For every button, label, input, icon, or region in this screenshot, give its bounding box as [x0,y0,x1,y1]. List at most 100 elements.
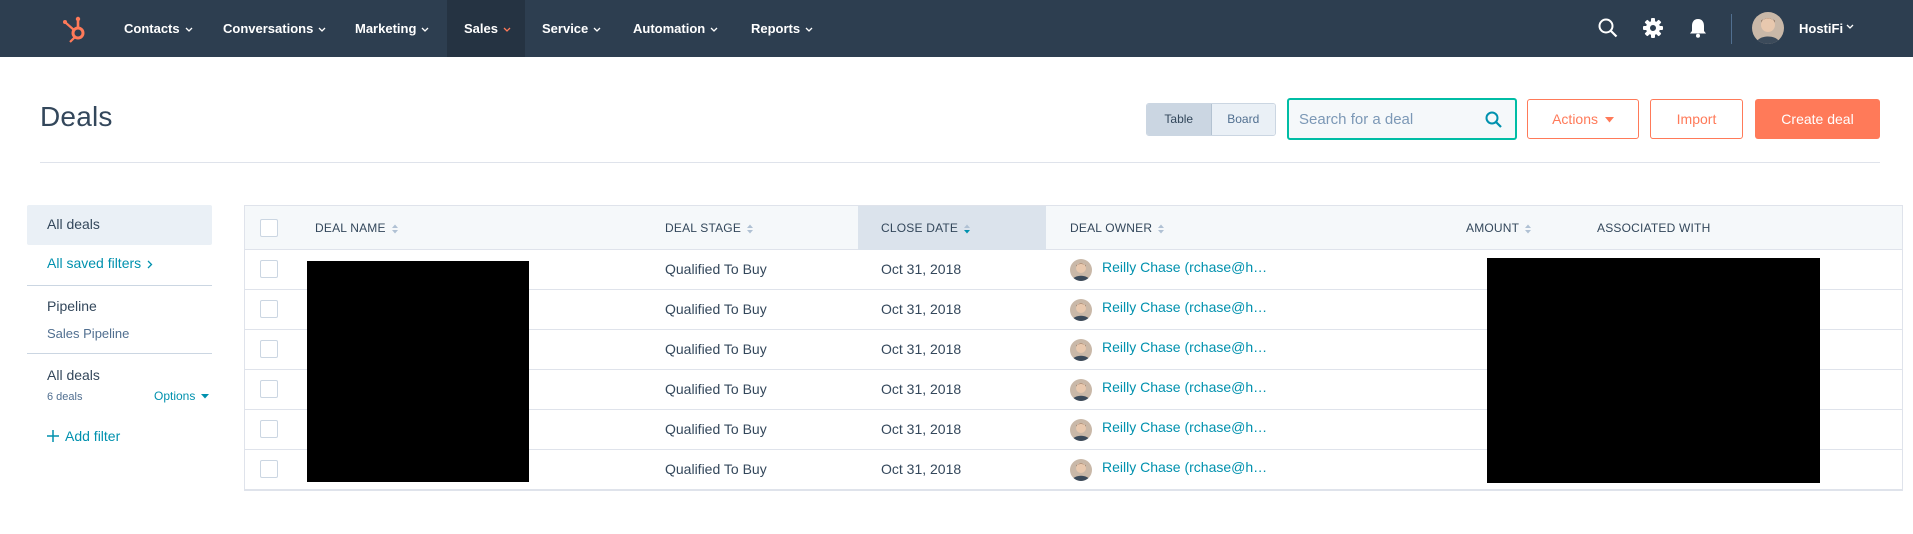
row-checkbox[interactable] [260,420,278,438]
nav-item-label: Reports [751,21,801,36]
pipeline-heading: Pipeline [47,298,97,314]
redacted-deal-names [307,261,529,482]
row-checkbox[interactable] [260,460,278,478]
chevron-down-icon[interactable] [1846,24,1854,30]
deal-stage-cell: Qualified To Buy [665,261,767,277]
chevron-down-icon [503,27,511,32]
search-icon[interactable] [1484,110,1504,130]
nav-item-sales[interactable]: Sales [447,0,525,57]
deal-owner-link[interactable]: Reilly Chase (rchase@h… [1102,288,1267,327]
column-header-label: DEAL OWNER [1070,221,1153,235]
plus-icon [47,430,59,442]
nav-item-label: Sales [464,21,498,36]
nav-item-conversations[interactable]: Conversations [223,0,326,57]
hubspot-sprocket-icon[interactable] [60,14,90,44]
owner-avatar [1070,339,1092,361]
actions-button[interactable]: Actions [1527,99,1639,139]
add-filter-label: Add filter [65,428,121,444]
account-name[interactable]: HostiFi [1799,0,1843,57]
deals-table: DEAL NAME DEAL STAGE CLOSE DATE DEAL OWN… [244,205,1903,491]
view-toggle: Table Board [1146,103,1276,136]
all-saved-filters-label: All saved filters [47,255,142,271]
user-avatar[interactable] [1752,12,1784,44]
sidebar-item-all-deals[interactable]: All deals [27,205,212,245]
view-options-button[interactable]: Options [154,389,209,403]
close-date-cell: Oct 31, 2018 [881,301,962,317]
deal-owner-link[interactable]: Reilly Chase (rchase@h… [1102,248,1267,287]
nav-item-label: Service [542,21,589,36]
close-date-cell: Oct 31, 2018 [881,461,962,477]
row-checkbox[interactable] [260,260,278,278]
chevron-right-icon [147,260,153,269]
deal-search-input[interactable] [1299,108,1479,130]
chevron-down-icon [421,27,429,32]
sort-icon [747,224,754,234]
owner-avatar [1070,299,1092,321]
board-view-button[interactable]: Board [1211,104,1275,135]
pipeline-select[interactable]: Sales Pipeline [47,326,129,341]
create-deal-button[interactable]: Create deal [1755,99,1880,139]
nav-item-label: Conversations [223,21,314,36]
current-view-name: All deals [47,367,100,383]
row-checkbox[interactable] [260,340,278,358]
row-checkbox[interactable] [260,300,278,318]
row-checkbox[interactable] [260,380,278,398]
deal-search-box [1287,98,1517,140]
deal-owner-link[interactable]: Reilly Chase (rchase@h… [1102,368,1267,407]
column-header-amount[interactable]: AMOUNT [1466,206,1532,250]
nav-item-label: Automation [633,21,706,36]
page-title: Deals [40,101,113,132]
deal-stage-cell: Qualified To Buy [665,461,767,477]
gear-icon[interactable] [1642,17,1664,39]
select-all-checkbox[interactable] [260,219,278,237]
column-header-deal-name[interactable]: DEAL NAME [315,206,399,250]
owner-avatar-image [1070,379,1092,401]
owner-avatar [1070,419,1092,441]
deal-owner-link[interactable]: Reilly Chase (rchase@h… [1102,408,1267,447]
sort-icon [1158,224,1165,234]
import-button[interactable]: Import [1650,99,1743,139]
add-filter-button[interactable]: Add filter [47,428,120,444]
column-header-label: DEAL NAME [315,221,386,235]
nav-item-reports[interactable]: Reports [751,0,813,57]
nav-item-label: Contacts [124,21,180,36]
sort-icon [1525,224,1532,234]
column-header-associated-with[interactable]: ASSOCIATED WITH [1597,206,1710,250]
sidebar-divider [27,285,212,286]
close-date-cell: Oct 31, 2018 [881,261,962,277]
nav-item-automation[interactable]: Automation [633,0,718,57]
chevron-down-icon [710,27,718,32]
column-header-label: CLOSE DATE [881,221,959,235]
column-header-deal-owner[interactable]: DEAL OWNER [1070,206,1165,250]
caret-down-icon [200,394,209,399]
nav-item-service[interactable]: Service [542,0,601,57]
owner-avatar [1070,379,1092,401]
table-header: DEAL NAME DEAL STAGE CLOSE DATE DEAL OWN… [245,206,1902,250]
caret-down-icon [1604,117,1614,123]
redacted-amount-associations [1487,258,1820,483]
chevron-down-icon [593,27,601,32]
column-header-close-date[interactable]: CLOSE DATE [881,206,971,250]
chevron-down-icon [805,27,813,32]
nav-item-contacts[interactable]: Contacts [124,0,193,57]
column-header-deal-stage[interactable]: DEAL STAGE [665,206,754,250]
top-navigation-bar: Contacts Conversations Marketing Sales S… [0,0,1913,57]
deal-stage-cell: Qualified To Buy [665,381,767,397]
sidebar-item-label: All deals [47,216,100,232]
deal-stage-cell: Qualified To Buy [665,341,767,357]
owner-avatar-image [1070,419,1092,441]
owner-avatar-image [1070,299,1092,321]
all-saved-filters-link[interactable]: All saved filters [47,255,153,271]
deal-owner-link[interactable]: Reilly Chase (rchase@h… [1102,328,1267,367]
owner-avatar-image [1070,459,1092,481]
chevron-down-icon [318,27,326,32]
owner-avatar [1070,459,1092,481]
deal-owner-link[interactable]: Reilly Chase (rchase@h… [1102,448,1267,487]
table-view-button[interactable]: Table [1147,104,1212,135]
search-icon[interactable] [1597,17,1619,39]
header-divider [40,162,1880,163]
bell-icon[interactable] [1687,17,1709,39]
nav-item-label: Marketing [355,21,417,36]
nav-item-marketing[interactable]: Marketing [355,0,429,57]
chevron-down-icon [185,27,193,32]
